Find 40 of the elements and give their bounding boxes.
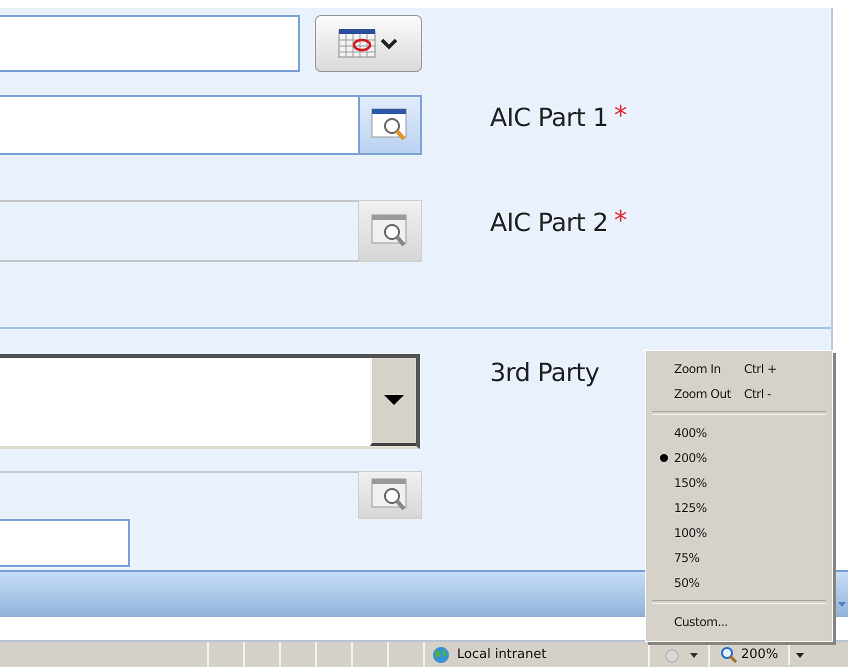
text-field[interactable] <box>0 519 130 567</box>
lookup-field[interactable] <box>0 95 358 155</box>
date-field[interactable] <box>0 15 300 72</box>
menu-item[interactable]: 400% <box>650 420 828 445</box>
menu-label: 400% <box>674 426 708 440</box>
calendar-button[interactable] <box>315 15 422 72</box>
menu-label: 100% <box>674 526 708 540</box>
required-marker: * <box>614 208 628 234</box>
menu-item[interactable]: 125% <box>650 495 828 520</box>
field-label: AIC Part 2 <box>490 208 608 237</box>
menu-label: 125% <box>674 500 708 514</box>
magnifier-icon <box>720 646 738 664</box>
menu-label: 75% <box>674 550 700 564</box>
menu-item[interactable]: 100% <box>650 520 828 545</box>
menu-label: 150% <box>674 476 708 490</box>
menu-item[interactable]: Zoom In Ctrl + <box>650 356 828 381</box>
caret-icon <box>384 394 404 406</box>
menu-item[interactable]: 50% <box>650 570 828 595</box>
menu-label: Zoom Out <box>674 386 732 400</box>
zone-label: Local intranet <box>457 647 546 662</box>
field-label: AIC Part 1 <box>490 103 608 132</box>
lookup-button[interactable] <box>358 471 422 519</box>
menu-item[interactable]: 150% <box>650 470 828 495</box>
menu-item[interactable]: Zoom Out Ctrl - <box>650 381 828 406</box>
menu-label: 50% <box>674 576 700 590</box>
menu-item[interactable]: 200% <box>650 445 828 470</box>
dropdown-button[interactable] <box>370 358 416 446</box>
field-label: 3rd Party <box>490 358 600 387</box>
shortcut-label: Ctrl - <box>744 386 772 400</box>
calendar-icon <box>338 26 400 60</box>
lookup-button[interactable] <box>358 95 422 155</box>
menu-label: Custom... <box>674 614 729 628</box>
dropdown-field[interactable] <box>0 354 420 449</box>
menu-item[interactable]: 75% <box>650 545 828 570</box>
menu-label: 200% <box>674 450 708 464</box>
lookup-button[interactable] <box>358 200 422 262</box>
menu-label: Zoom In <box>674 362 722 376</box>
required-marker: * <box>614 103 628 129</box>
shortcut-label: Ctrl + <box>744 362 777 376</box>
menu-item[interactable]: Custom... <box>650 609 828 634</box>
